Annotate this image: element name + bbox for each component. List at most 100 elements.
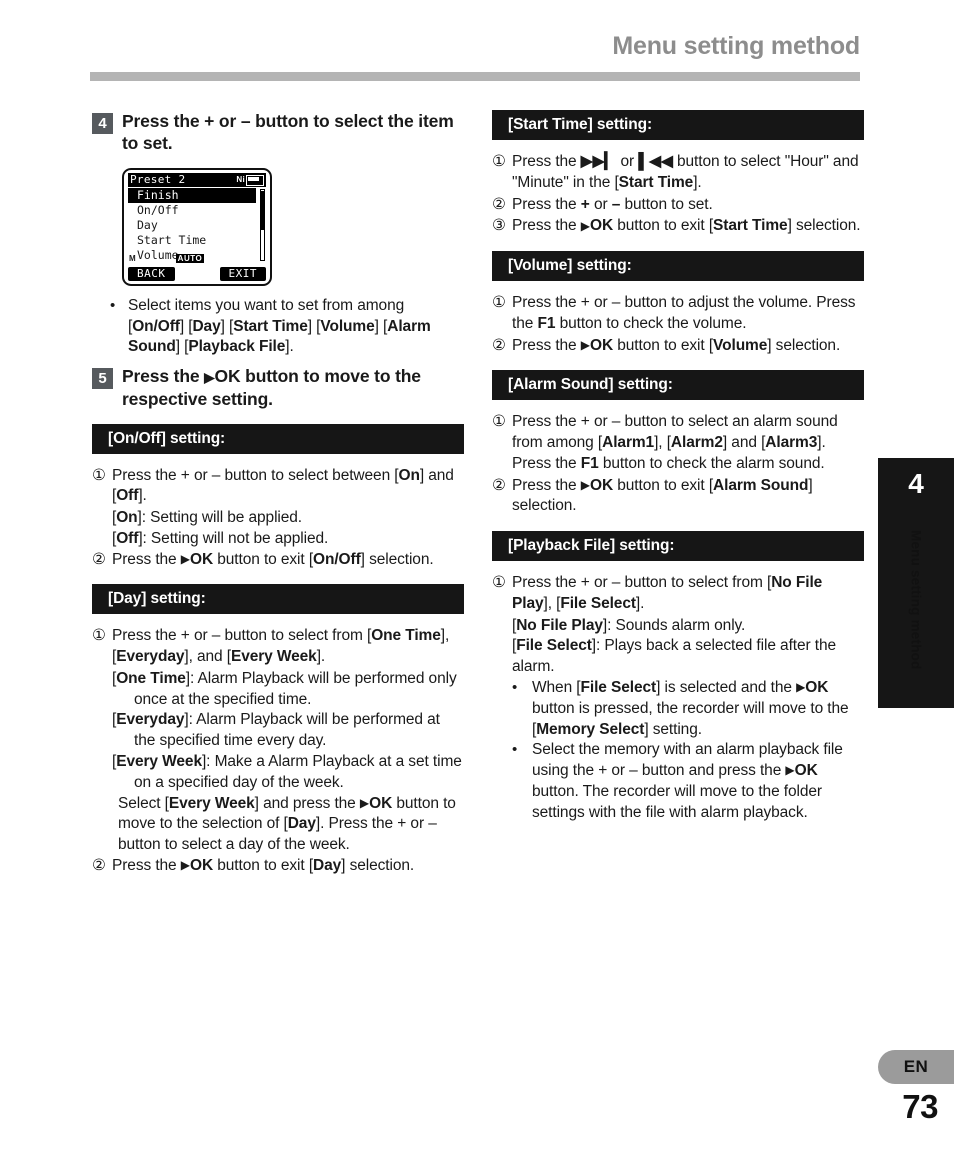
header-rule	[90, 72, 860, 81]
bullet-icon: •	[110, 297, 116, 315]
step-4: 4 Press the + or – button to select the …	[92, 110, 464, 154]
playback-file-bullet-1-text: When [File Select] is selected and the O…	[532, 678, 864, 740]
day-item-2-text: Press the OK button to exit [Day] select…	[112, 856, 414, 877]
alarm-sound-item-1-text: Press the + or – button to select an ala…	[512, 413, 838, 472]
side-chapter-number: 4	[908, 468, 924, 499]
start-time-item-2-text: Press the + or – button to set.	[512, 195, 713, 213]
lcd-title: Preset 2	[130, 173, 186, 187]
play-icon	[581, 477, 590, 494]
note-item-start-time: Start Time	[233, 317, 308, 335]
play-icon	[181, 551, 190, 568]
note-item-day: Day	[192, 317, 221, 335]
playback-file-bullet-2: • Select the memory with an alarm playba…	[512, 740, 864, 823]
circled-number-icon: ①	[492, 574, 506, 592]
section-heading-onoff-item: On/Off	[113, 429, 161, 447]
start-time-item-2: ② Press the + or – button to set.	[492, 195, 864, 216]
battery-icon: Ni	[236, 173, 264, 187]
lcd-softkey-exit: EXIT	[219, 267, 266, 282]
volume-item-2-text: Press the OK button to exit [Volume] sel…	[512, 336, 840, 357]
section-heading-playback-file-item: Playback File	[513, 537, 610, 555]
lcd-softkey-back: BACK	[128, 267, 175, 282]
volume-item-1-text: Press the + or – button to adjust the vo…	[512, 294, 856, 332]
playback-file-item-1: ① Press the + or – button to select from…	[492, 573, 864, 615]
section-heading-volume-item: Volume	[513, 257, 568, 275]
circled-number-icon: ②	[492, 336, 506, 354]
step-4-note-text: Select items you want to set from among …	[128, 297, 431, 355]
lcd-menu-item: Finish	[128, 188, 256, 204]
circled-number-icon: ①	[492, 153, 506, 170]
alarm-sound-item-1: ① Press the + or – button to select an a…	[492, 412, 864, 474]
alarm-sound-item-2-text: Press the OK button to exit [Alarm Sound…	[512, 476, 864, 518]
start-time-item-1-text: Press the ▶▶▎ or ▌◀◀ button to select "H…	[512, 153, 859, 191]
circled-number-icon: ②	[92, 550, 106, 568]
play-icon	[581, 217, 590, 234]
step-4-badge: 4	[92, 113, 113, 134]
right-column: [Start Time] setting: ① Press the ▶▶▎ or…	[492, 110, 864, 823]
volume-item-1: ① Press the + or – button to adjust the …	[492, 293, 864, 335]
playback-file-sub-file-select: [File Select]: Plays back a selected fil…	[512, 637, 837, 676]
lcd-menu-list: Finish On/Off Day Start Time Volume	[128, 188, 266, 263]
bullet-icon: •	[512, 741, 518, 759]
step-4-note: • Select items you want to set from amon…	[110, 296, 464, 357]
onoff-sub-on: [On]: Setting will be applied.	[112, 509, 303, 527]
step-5-text-before: Press the	[122, 366, 205, 387]
circled-number-icon: ①	[492, 413, 506, 431]
note-item-playback-file: Playback File	[188, 338, 286, 355]
skip-back-icon: ▌◀◀	[638, 153, 673, 170]
playback-file-item-1-text: Press the + or – button to select from […	[512, 574, 823, 612]
battery-cells-icon	[246, 174, 264, 186]
language-badge: EN	[878, 1050, 954, 1084]
section-heading-day: [Day] setting:	[92, 584, 464, 615]
alarm-sound-item-2: ② Press the OK button to exit [Alarm Sou…	[492, 476, 864, 518]
playback-file-bullet-2-text: Select the memory with an alarm playback…	[532, 740, 864, 823]
circled-number-icon: ①	[492, 294, 506, 312]
circled-number-icon: ①	[92, 466, 106, 484]
skip-forward-icon: ▶▶▎	[580, 153, 617, 170]
page-header: Menu setting method	[90, 34, 860, 59]
onoff-item-1: ① Press the + or – button to select betw…	[92, 466, 464, 508]
day-desc-every-week: [Every Week]: Make a Alarm Playback at a…	[112, 752, 462, 791]
volume-item-2: ② Press the OK button to exit [Volume] s…	[492, 336, 864, 357]
play-icon	[796, 679, 805, 696]
day-item-2: ② Press the OK button to exit [Day] sele…	[92, 856, 464, 877]
step-5-badge: 5	[92, 368, 113, 390]
section-heading-onoff: [On/Off] setting:	[92, 423, 464, 454]
microphone-icon: M	[129, 253, 136, 263]
day-desc-everyday: [Everyday]: Alarm Playback will be perfo…	[112, 711, 440, 750]
circled-number-icon: ②	[92, 856, 106, 874]
page-title: Menu setting method	[612, 32, 860, 60]
day-item-1: ① Press the + or – button to select from…	[92, 626, 464, 668]
day-item-1-text: Press the + or – button to select from […	[112, 627, 450, 666]
start-time-item-1: ① Press the ▶▶▎ or ▌◀◀ button to select …	[492, 152, 864, 194]
step-4-text: Press the + or – button to select the it…	[122, 111, 454, 154]
side-chapter-label: Menu setting method	[908, 530, 924, 670]
note-line-1: Select items you want to set from	[128, 297, 353, 315]
onoff-sub-off: [Off]: Setting will not be applied.	[112, 529, 329, 547]
day-desc-one-time: [One Time]: Alarm Playback will be perfo…	[112, 669, 457, 708]
page-number: 73	[902, 1088, 938, 1125]
lcd-status-row: M AUTO	[129, 253, 265, 264]
auto-indicator-icon: AUTO	[175, 254, 205, 264]
lcd-scrollbar	[260, 189, 265, 262]
day-desc-select: Select [Every Week] and press the OK but…	[118, 794, 464, 856]
start-time-item-3-text: Press the OK button to exit [Start Time]…	[512, 216, 861, 237]
lcd-titlebar: Preset 2 Ni	[128, 173, 266, 188]
lcd-menu-item: On/Off	[137, 203, 179, 218]
lcd-menu-item: Start Time	[137, 233, 207, 248]
section-heading-alarm-sound: [Alarm Sound] setting:	[492, 370, 864, 401]
playback-file-bullet-1: • When [File Select] is selected and the…	[512, 678, 864, 740]
step-5: 5 Press the OK button to move to the res…	[92, 365, 464, 409]
lcd-menu-item: Day	[137, 218, 158, 233]
onoff-item-2: ② Press the OK button to exit [On/Off] s…	[92, 550, 464, 571]
start-time-item-3: ③ Press the OK button to exit [Start Tim…	[492, 216, 864, 237]
step-5-text: Press the OK button to move to the respe…	[122, 365, 464, 409]
play-icon	[360, 795, 369, 812]
left-column: 4 Press the + or – button to select the …	[92, 110, 464, 878]
play-icon	[581, 337, 590, 354]
circled-number-icon: ②	[492, 195, 506, 213]
lcd-screen: Preset 2 Ni Finish On/Off Day Start Time…	[122, 168, 272, 287]
section-heading-volume: [Volume] setting:	[492, 251, 864, 282]
section-heading-day-item: Day	[113, 590, 142, 608]
lcd-softkey-row: BACK EXIT	[128, 267, 266, 282]
play-icon	[785, 762, 794, 779]
